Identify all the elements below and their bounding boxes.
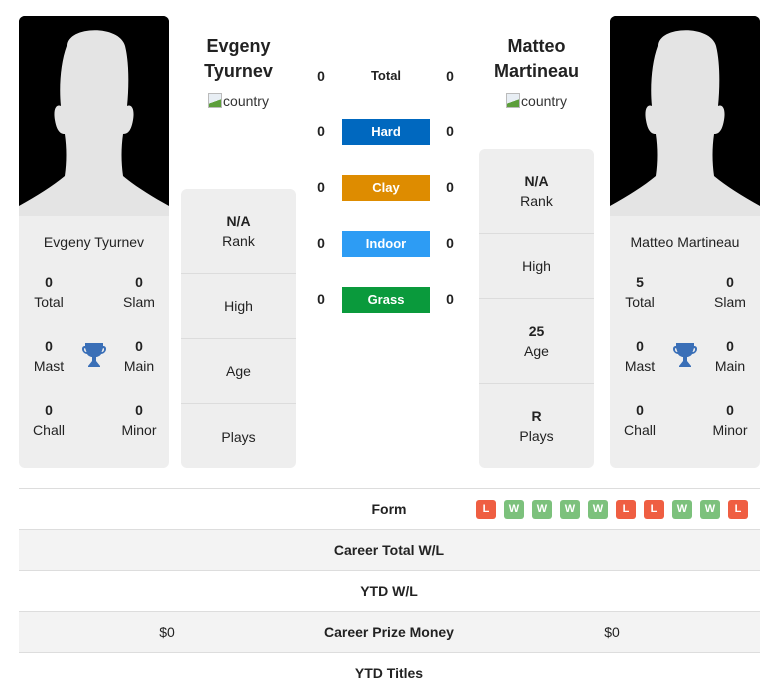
titles-main-right: 0 Main xyxy=(714,338,746,374)
form-badge-loss[interactable]: L xyxy=(644,500,664,519)
surface-row-clay: 0 Clay 0 xyxy=(300,173,480,201)
titles-minor-left: 0 Minor xyxy=(121,402,157,438)
plays-cell-right: R Plays xyxy=(519,408,554,444)
titles-grid-right: 5 Total 0 Slam 0 Mast 0 Main 0 Chall 0 M… xyxy=(610,250,760,442)
player-info-left: N/A Rank High Age Plays xyxy=(181,189,296,468)
age-cell-left: Age xyxy=(181,339,296,404)
player-header-name-right[interactable]: Matteo Martineau xyxy=(479,34,594,84)
surface-badge-hard: Hard xyxy=(342,119,430,145)
form-badge-win[interactable]: W xyxy=(588,500,608,519)
form-badge-win[interactable]: W xyxy=(504,500,524,519)
high-cell-right: High xyxy=(479,234,594,299)
player-header-name-left[interactable]: Evgeny Tyurnev xyxy=(181,34,296,84)
rank-cell-left: N/A Rank xyxy=(181,189,296,274)
surface-badge-grass: Grass xyxy=(342,287,430,313)
titles-chall-right: 0 Chall xyxy=(624,402,656,438)
age-cell-right: 25 Age xyxy=(479,299,594,384)
surface-row-total: 0 Total 0 xyxy=(300,62,480,90)
titles-total-left: 0 Total xyxy=(34,274,64,310)
table-row-ytd-titles: YTD Titles xyxy=(19,652,760,693)
titles-slam-right: 0 Slam xyxy=(714,274,746,310)
form-badge-win[interactable]: W xyxy=(700,500,720,519)
form-badge-loss[interactable]: L xyxy=(728,500,748,519)
titles-total-right: 5 Total xyxy=(625,274,655,310)
surface-badge-indoor: Indoor xyxy=(342,231,430,257)
form-badge-win[interactable]: W xyxy=(672,500,692,519)
titles-mast-left: 0 Mast xyxy=(33,338,65,374)
form-badge-loss[interactable]: L xyxy=(616,500,636,519)
player-name-left[interactable]: Evgeny Tyurnev xyxy=(19,234,169,250)
player-photo-left xyxy=(19,16,169,216)
form-badge-win[interactable]: W xyxy=(532,500,552,519)
table-row-ytd-wl: YTD W/L xyxy=(19,570,760,611)
form-label: Form xyxy=(371,501,407,517)
form-badges: LWWWWLLWWL xyxy=(476,500,748,519)
high-cell-left: High xyxy=(181,274,296,339)
titles-slam-left: 0 Slam xyxy=(123,274,155,310)
titles-main-left: 0 Main xyxy=(123,338,155,374)
player-card-right: Matteo Martineau 5 Total 0 Slam 0 Mast 0… xyxy=(610,16,760,468)
titles-grid-left: 0 Total 0 Slam 0 Mast 0 Main 0 Chall 0 M… xyxy=(19,250,169,442)
trophy-icon xyxy=(673,342,697,368)
surface-label-total: Total xyxy=(370,68,402,83)
broken-image-icon xyxy=(208,93,223,108)
titles-minor-right: 0 Minor xyxy=(712,402,748,438)
form-badge-loss[interactable]: L xyxy=(476,500,496,519)
rank-cell-right: N/A Rank xyxy=(479,149,594,234)
surface-row-hard: 0 Hard 0 xyxy=(300,117,480,145)
player-photo-right xyxy=(610,16,760,216)
trophy-icon xyxy=(82,342,106,368)
surface-row-grass: 0 Grass 0 xyxy=(300,285,480,313)
table-row-form: Form LWWWWLLWWL xyxy=(19,488,760,529)
broken-image-icon xyxy=(506,93,521,108)
surface-badge-clay: Clay xyxy=(342,175,430,201)
titles-chall-left: 0 Chall xyxy=(33,402,65,438)
country-flag-left: country xyxy=(181,93,296,109)
country-flag-right: country xyxy=(479,93,594,109)
plays-cell-left: Plays xyxy=(221,428,256,445)
table-row-prize-money: $0 Career Prize Money $0 xyxy=(19,611,760,652)
player-name-right[interactable]: Matteo Martineau xyxy=(610,234,760,250)
form-badge-win[interactable]: W xyxy=(560,500,580,519)
surface-row-indoor: 0 Indoor 0 xyxy=(300,229,480,257)
titles-mast-right: 0 Mast xyxy=(624,338,656,374)
player-info-right: N/A Rank High 25 Age R Plays xyxy=(479,149,594,468)
player-card-left: Evgeny Tyurnev 0 Total 0 Slam 0 Mast 0 M… xyxy=(19,16,169,468)
table-row-career-wl: Career Total W/L xyxy=(19,529,760,570)
